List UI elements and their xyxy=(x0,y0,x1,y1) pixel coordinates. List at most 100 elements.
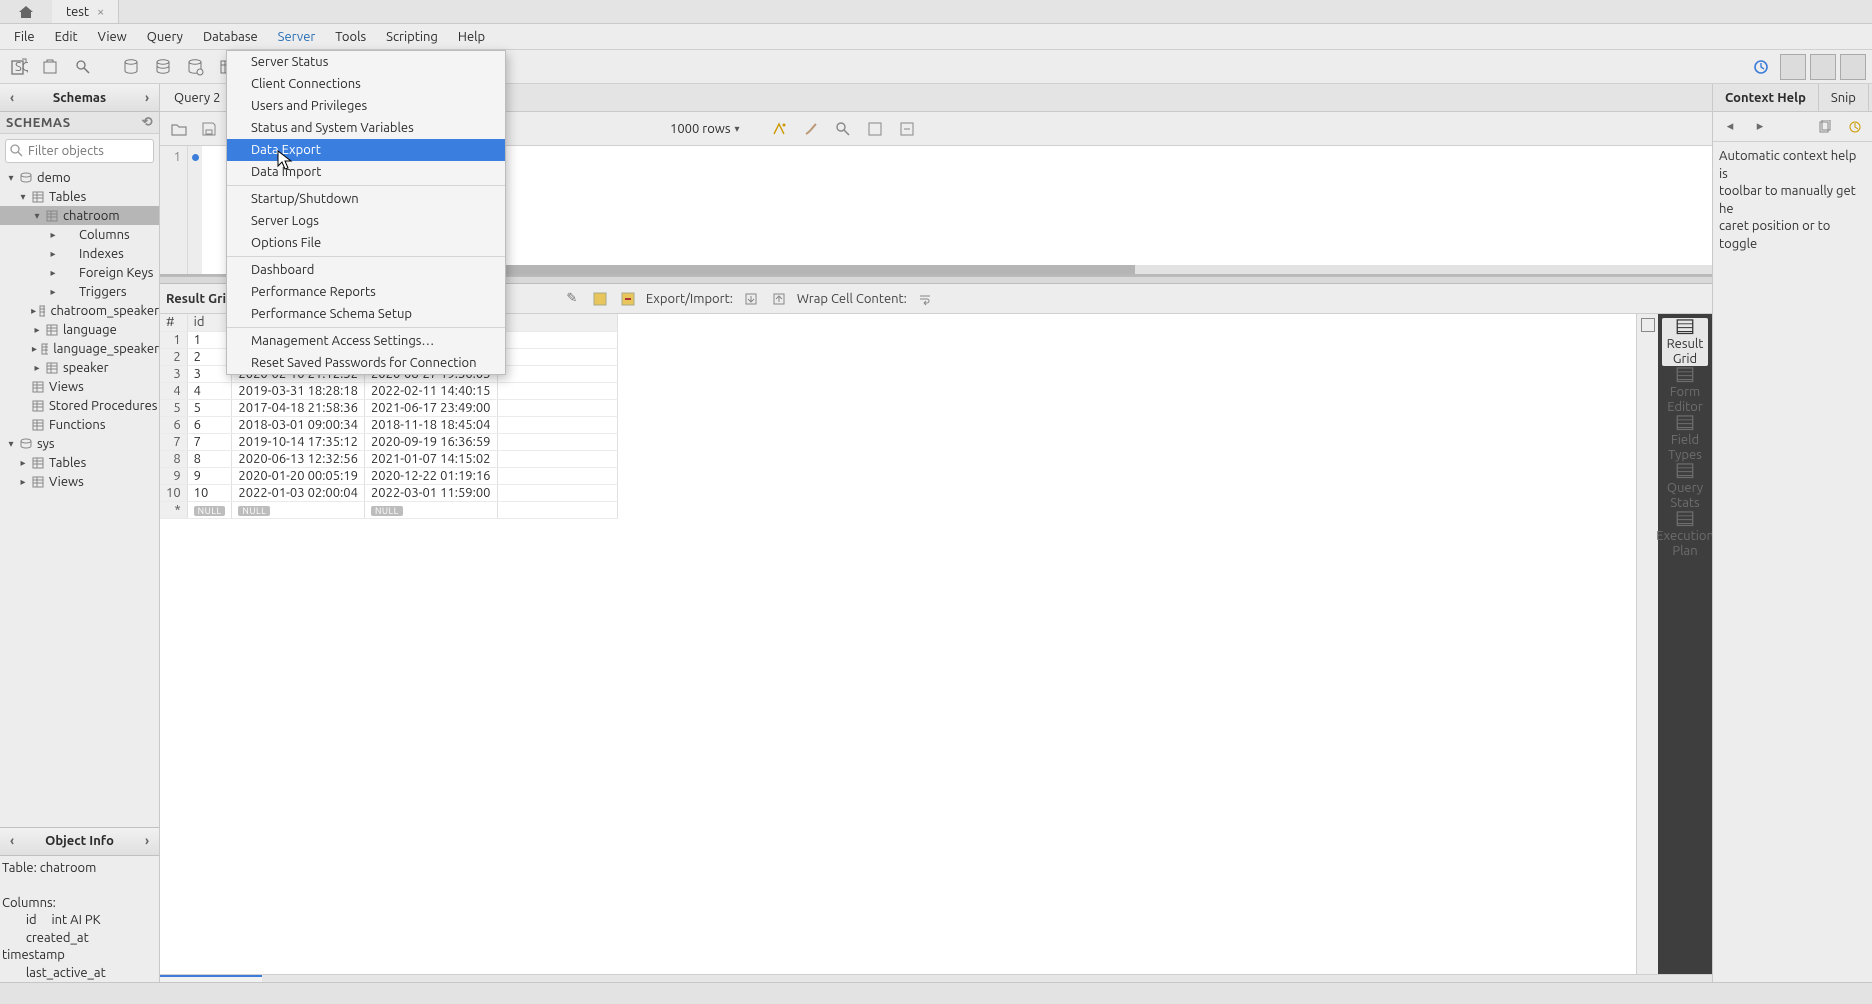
sys-tables-folder[interactable]: ▸Tables xyxy=(0,453,159,472)
result-view-result-grid[interactable]: ResultGrid xyxy=(1662,318,1708,366)
open-file-icon[interactable] xyxy=(168,118,190,140)
column-header-4[interactable] xyxy=(497,314,617,331)
home-icon[interactable] xyxy=(0,0,52,23)
objinfo-prev-icon[interactable]: ‹ xyxy=(2,834,22,848)
open-sql-icon[interactable] xyxy=(38,54,64,80)
result-view-form-editor[interactable]: FormEditor xyxy=(1662,366,1708,414)
ctx-back-icon[interactable]: ◂ xyxy=(1719,116,1741,138)
snippets-tab[interactable]: Snip xyxy=(1819,84,1869,111)
column-header-#[interactable]: # xyxy=(160,314,187,331)
table-row-new[interactable]: *NULLNULLNULL xyxy=(160,501,617,518)
toggle-side-panel[interactable] xyxy=(1636,314,1658,974)
table-child-indexes[interactable]: ▸Indexes xyxy=(0,244,159,263)
table-language[interactable]: ▸language xyxy=(0,320,159,339)
menu-query[interactable]: Query xyxy=(137,24,193,49)
panel-toggle-1[interactable] xyxy=(1780,54,1806,80)
ctx-fwd-icon[interactable]: ▸ xyxy=(1749,116,1771,138)
editor-h-scrollbar[interactable] xyxy=(320,265,1712,274)
menu-server[interactable]: Server xyxy=(268,24,326,49)
add-row-icon[interactable] xyxy=(590,289,610,309)
filter-objects-input[interactable] xyxy=(5,139,154,163)
wrap-cell-icon[interactable] xyxy=(915,289,935,309)
db-icon-2[interactable] xyxy=(150,54,176,80)
close-icon[interactable]: × xyxy=(97,5,104,19)
server-menu-startup-shutdown[interactable]: Startup/Shutdown xyxy=(227,188,505,210)
table-row[interactable]: 552017-04-18 21:58:362021-06-17 23:49:00 xyxy=(160,399,617,416)
schema-demo[interactable]: ▾demo xyxy=(0,168,159,187)
ctx-copy-icon[interactable] xyxy=(1814,116,1836,138)
server-menu-options-file[interactable]: Options File xyxy=(227,232,505,254)
nav-next-icon[interactable]: › xyxy=(137,91,157,105)
views-folder[interactable]: Views xyxy=(0,377,159,396)
delete-row-icon[interactable] xyxy=(618,289,638,309)
result-view-query-stats[interactable]: QueryStats xyxy=(1662,462,1708,510)
inspector-icon[interactable] xyxy=(70,54,96,80)
table-chatroom_speaker[interactable]: ▸chatroom_speaker xyxy=(0,301,159,320)
table-child-triggers[interactable]: ▸Triggers xyxy=(0,282,159,301)
reconnect-icon[interactable] xyxy=(1748,54,1774,80)
server-menu-dashboard[interactable]: Dashboard xyxy=(227,259,505,281)
schemas-header: ‹ Schemas › xyxy=(0,84,159,112)
brush-icon[interactable] xyxy=(800,118,822,140)
result-grid[interactable]: #id1122332020-02-10 21:12:522020-08-27 1… xyxy=(160,314,1636,974)
table-child-foreign-keys[interactable]: ▸Foreign Keys xyxy=(0,263,159,282)
menu-scripting[interactable]: Scripting xyxy=(376,24,448,49)
table-row[interactable]: 10102022-01-03 02:00:042022-03-01 11:59:… xyxy=(160,484,617,501)
server-menu-performance-reports[interactable]: Performance Reports xyxy=(227,281,505,303)
server-menu-reset-saved-passwords-for-connection[interactable]: Reset Saved Passwords for Connection xyxy=(227,352,505,374)
result-view-field-types[interactable]: FieldTypes xyxy=(1662,414,1708,462)
menu-edit[interactable]: Edit xyxy=(45,24,88,49)
result-view-execution-plan[interactable]: ExecutionPlan xyxy=(1662,510,1708,558)
new-sql-tab-icon[interactable]: SQL xyxy=(6,54,32,80)
table-row[interactable]: 662018-03-01 09:00:342018-11-18 18:45:04 xyxy=(160,416,617,433)
objinfo-next-icon[interactable]: › xyxy=(137,834,157,848)
beautify-icon[interactable] xyxy=(768,118,790,140)
panel-toggle-2[interactable] xyxy=(1810,54,1836,80)
menu-database[interactable]: Database xyxy=(193,24,268,49)
server-menu-users-and-privileges[interactable]: Users and Privileges xyxy=(227,95,505,117)
ctx-auto-icon[interactable] xyxy=(1844,116,1866,138)
save-file-icon[interactable] xyxy=(198,118,220,140)
table-row[interactable]: 992020-01-20 00:05:192020-12-22 01:19:16 xyxy=(160,467,617,484)
menu-help[interactable]: Help xyxy=(448,24,495,49)
table-chatroom[interactable]: ▾chatroom xyxy=(0,206,159,225)
tables-folder[interactable]: ▾Tables xyxy=(0,187,159,206)
functions-folder[interactable]: Functions xyxy=(0,415,159,434)
import-icon[interactable] xyxy=(769,289,789,309)
server-menu-performance-schema-setup[interactable]: Performance Schema Setup xyxy=(227,303,505,325)
wrap-icon[interactable] xyxy=(896,118,918,140)
edit-icon[interactable]: ✎ xyxy=(562,289,582,309)
toggle-invisible-icon[interactable] xyxy=(864,118,886,140)
stored-procedures-folder[interactable]: Stored Procedures xyxy=(0,396,159,415)
limit-rows-dropdown[interactable]: 1000 rows ▾ xyxy=(670,118,740,140)
table-row[interactable]: 882020-06-13 12:32:562021-01-07 14:15:02 xyxy=(160,450,617,467)
sys-views-folder[interactable]: ▸Views xyxy=(0,472,159,491)
server-menu-server-status[interactable]: Server Status xyxy=(227,51,505,73)
server-menu-server-logs[interactable]: Server Logs xyxy=(227,210,505,232)
panel-toggle-3[interactable] xyxy=(1840,54,1866,80)
table-language_speaker[interactable]: ▸language_speaker xyxy=(0,339,159,358)
server-menu-client-connections[interactable]: Client Connections xyxy=(227,73,505,95)
find-icon[interactable] xyxy=(832,118,854,140)
server-menu-management-access-settings-[interactable]: Management Access Settings… xyxy=(227,330,505,352)
table-speaker[interactable]: ▸speaker xyxy=(0,358,159,377)
nav-prev-icon[interactable]: ‹ xyxy=(2,91,22,105)
db-icon-3[interactable] xyxy=(182,54,208,80)
table-child-columns[interactable]: ▸Columns xyxy=(0,225,159,244)
server-menu-status-and-system-variables[interactable]: Status and System Variables xyxy=(227,117,505,139)
context-help-tab[interactable]: Context Help xyxy=(1713,84,1819,111)
menu-view[interactable]: View xyxy=(88,24,137,49)
refresh-icon[interactable]: ⟲ xyxy=(142,115,153,130)
table-row[interactable]: 772019-10-14 17:35:122020-09-19 16:36:59 xyxy=(160,433,617,450)
schema-sys[interactable]: ▾sys xyxy=(0,434,159,453)
table-row[interactable]: 442019-03-31 18:28:182022-02-11 14:40:15 xyxy=(160,382,617,399)
connection-tab[interactable]: test × xyxy=(52,0,119,23)
object-info-title: Object Info xyxy=(45,834,114,848)
server-menu-data-export[interactable]: Data Export xyxy=(227,139,505,161)
db-icon-1[interactable] xyxy=(118,54,144,80)
menu-tools[interactable]: Tools xyxy=(325,24,376,49)
server-menu-data-import[interactable]: Data Import xyxy=(227,161,505,183)
export-icon[interactable] xyxy=(741,289,761,309)
menu-file[interactable]: File xyxy=(4,24,45,49)
object-info-header: ‹ Object Info › xyxy=(0,828,159,856)
